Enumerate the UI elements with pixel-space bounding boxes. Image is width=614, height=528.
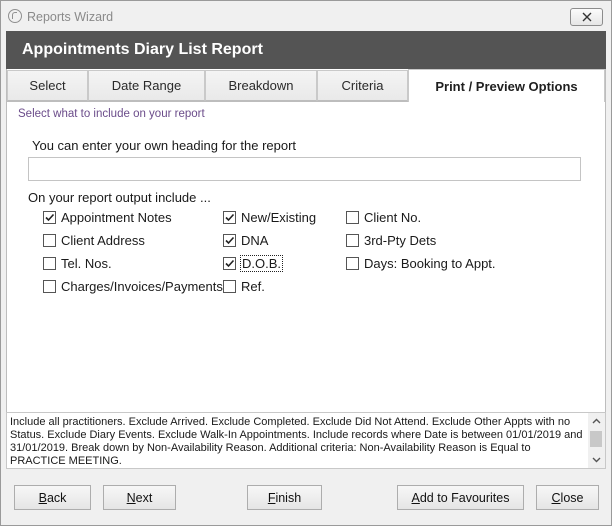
close-icon [582,12,591,22]
close-mnemonic: C [551,490,561,505]
close-window-button[interactable] [570,8,603,26]
checkbox-client-no[interactable]: Client No. [346,209,421,225]
checkbox-box[interactable] [223,233,236,247]
scroll-up-button[interactable] [588,415,605,427]
reports-wizard-icon [8,9,22,23]
checkbox-appointment-notes[interactable]: Appointment Notes [43,209,172,225]
tab-date-range[interactable]: Date Range [88,70,205,101]
scroll-down-button[interactable] [588,454,605,466]
checkmark-icon [225,236,235,244]
checkbox-ref[interactable]: Ref. [223,278,265,294]
checkbox-box[interactable] [43,256,56,270]
scroll-thumb[interactable] [590,431,602,447]
title-bar: Reports Wizard [1,1,611,31]
close-label: lose [560,490,584,505]
report-title: Appointments Diary List Report [22,41,263,58]
criteria-summary[interactable]: Include all practitioners. Exclude Arriv… [6,412,606,469]
checkbox-label: Ref. [241,278,265,294]
checkmark-icon [225,259,235,267]
tab-breakdown[interactable]: Breakdown [205,70,317,101]
next-button[interactable]: Next [103,485,176,510]
back-label: ack [46,490,67,505]
checkbox-box[interactable] [43,279,56,293]
checkbox-box[interactable] [223,256,236,270]
chevron-down-icon [592,457,601,463]
criteria-summary-text: Include all practitioners. Exclude Arriv… [10,416,583,467]
tab-label: Criteria [341,78,384,93]
close-button[interactable]: Close [536,485,599,510]
checkbox-days-booking-to-appt[interactable]: Days: Booking to Appt. [346,255,496,271]
checkbox-label: DNA [241,232,269,248]
wizard-page: Select Date Range Breakdown Criteria Pri… [6,69,606,412]
tab-print-preview-options[interactable]: Print / Preview Options [408,69,605,102]
tab-label: Print / Preview Options [435,78,578,94]
report-heading-input[interactable] [28,157,581,181]
checkbox-label: D.O.B. [239,254,284,272]
window-title: Reports Wizard [27,10,114,24]
checkbox-dob[interactable]: D.O.B. [223,254,284,272]
checkbox-label: Days: Booking to Appt. [364,255,496,271]
checkbox-charges-invoices-payments[interactable]: Charges/Invoices/Payments [43,278,223,294]
heading-label: You can enter your own heading for the r… [32,138,297,153]
checkbox-box[interactable] [223,279,236,293]
checkbox-box[interactable] [43,210,56,224]
add-to-favourites-button[interactable]: Add to Favourites [397,485,524,510]
checkbox-label: Charges/Invoices/Payments [61,278,223,294]
chevron-up-icon [592,418,601,424]
checkmark-icon [45,213,55,221]
checkbox-dna[interactable]: DNA [223,232,268,248]
add-to-favourites-mnemonic: A [411,490,420,505]
report-header: Appointments Diary List Report [6,31,606,69]
output-include-label: On your report output include ... [28,190,211,205]
checkbox-box[interactable] [43,233,56,247]
tab-label: Date Range [111,78,182,93]
checkbox-tel-nos[interactable]: Tel. Nos. [43,255,112,271]
checkbox-3rd-pty-dets[interactable]: 3rd-Pty Dets [346,232,436,248]
tab-label: Breakdown [228,78,294,93]
checkbox-box[interactable] [346,210,359,224]
checkbox-label: Appointment Notes [61,209,172,225]
finish-button[interactable]: Finish [247,485,322,510]
checkbox-label: Tel. Nos. [61,255,112,271]
finish-mnemonic: F [267,490,276,505]
summary-scrollbar[interactable] [588,413,605,468]
checkbox-label: Client Address [61,232,145,248]
checkmark-icon [225,213,235,221]
instruction-text: Select what to include on your report [18,108,205,120]
back-mnemonic: B [38,490,47,505]
back-button[interactable]: Back [14,485,91,510]
next-label: ext [135,490,153,505]
checkbox-label: Client No. [364,209,422,225]
checkbox-box[interactable] [346,233,359,247]
tab-label: Select [29,78,66,93]
checkbox-label: 3rd-Pty Dets [364,232,437,248]
next-mnemonic: N [126,490,136,505]
checkbox-label: New/Existing [241,209,317,225]
add-to-favourites-label: dd to Favourites [419,490,510,505]
reports-wizard-window: Reports Wizard Appointments Diary List R… [0,0,612,526]
checkbox-box[interactable] [223,210,236,224]
checkbox-client-address[interactable]: Client Address [43,232,145,248]
checkbox-box[interactable] [346,256,359,270]
checkbox-new-existing[interactable]: New/Existing [223,209,316,225]
tab-criteria[interactable]: Criteria [317,70,408,101]
tab-select[interactable]: Select [7,70,88,101]
finish-label: inish [275,490,302,505]
